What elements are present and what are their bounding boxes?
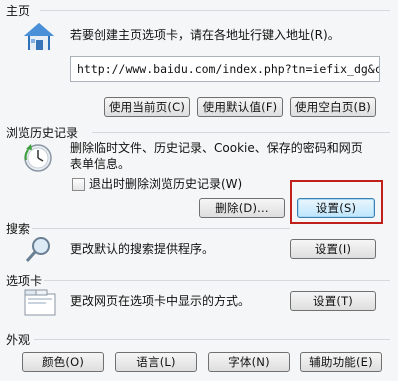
languages-button[interactable]: 语言(L) [115, 352, 197, 372]
tabs-divider [44, 280, 390, 281]
magnifier-icon [24, 234, 54, 264]
appearance-divider [34, 339, 390, 340]
tabbed-window-icon [24, 288, 56, 316]
tabs-section-title: 选项卡 [6, 274, 43, 288]
history-clock-icon [22, 140, 56, 174]
accessibility-button[interactable]: 辅助功能(E) [300, 352, 382, 372]
delete-history-button[interactable]: 删除(D)... [199, 198, 285, 218]
home-description: 若要创建主页选项卡，请在各地址行键入地址(R)。 [70, 28, 340, 42]
search-divider [32, 228, 290, 229]
history-divider [92, 132, 390, 133]
home-divider [40, 10, 390, 11]
delete-on-exit-checkbox[interactable] [72, 178, 85, 191]
homepage-url-field[interactable]: http://www.baidu.com/index.php?tn=iefix_… [70, 56, 380, 82]
appearance-section-title: 外观 [6, 333, 31, 347]
history-description-line1: 删除临时文件、历史记录、Cookie、保存的密码和网页 [70, 141, 363, 155]
highlight-box [290, 180, 383, 224]
search-description: 更改默认的搜索提供程序。 [70, 242, 215, 256]
home-section-title: 主页 [6, 4, 31, 18]
tabs-settings-button[interactable]: 设置(T) [290, 291, 376, 311]
house-icon [22, 20, 56, 54]
history-section-title: 浏览历史记录 [6, 126, 79, 140]
fonts-button[interactable]: 字体(N) [208, 352, 290, 372]
tabs-description: 更改网页在选项卡中显示的方式。 [70, 294, 251, 308]
use-current-page-button[interactable]: 使用当前页(C) [104, 97, 190, 117]
use-default-button[interactable]: 使用默认值(F) [197, 97, 283, 117]
delete-on-exit-label[interactable]: 退出时删除浏览历史记录(W) [89, 176, 242, 192]
history-description: 删除临时文件、历史记录、Cookie、保存的密码和网页 表单信息。 [70, 140, 390, 172]
history-description-line2: 表单信息。 [70, 157, 131, 171]
search-settings-button[interactable]: 设置(I) [290, 239, 376, 259]
colors-button[interactable]: 颜色(O) [22, 352, 104, 372]
use-blank-page-button[interactable]: 使用空白页(B) [290, 97, 376, 117]
